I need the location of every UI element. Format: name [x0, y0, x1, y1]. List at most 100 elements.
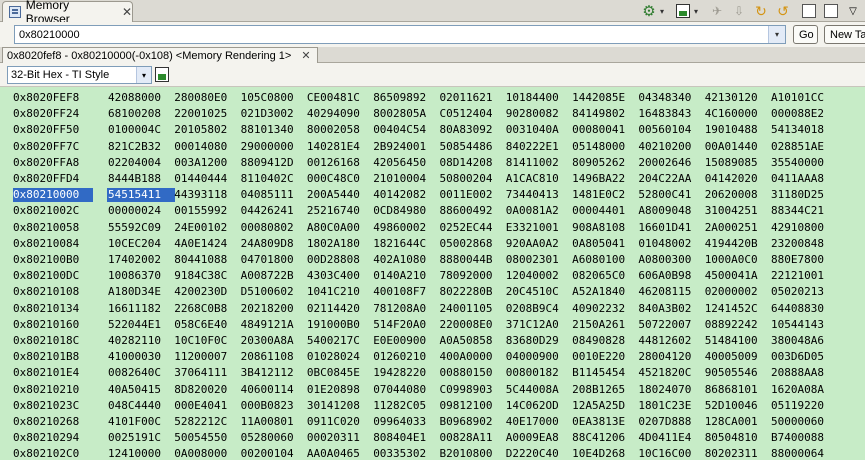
chevron-down-icon[interactable]: ▾	[658, 2, 666, 20]
memory-cell[interactable]: 30141208	[306, 399, 374, 413]
memory-cell[interactable]: 1481E0C2	[571, 188, 639, 202]
memory-cell[interactable]: 000B0823	[240, 399, 308, 413]
memory-cell[interactable]: 20620008	[704, 188, 772, 202]
memory-cell[interactable]: 80441088	[173, 253, 241, 267]
memory-cell[interactable]: 0207D888	[637, 415, 705, 429]
memory-cell[interactable]: 07044080	[372, 383, 440, 397]
memory-cell[interactable]: 371C12A0	[505, 318, 573, 332]
row-address[interactable]: 0x80210108	[13, 285, 93, 299]
memory-cell[interactable]: 0011E002	[439, 188, 507, 202]
memory-cell[interactable]: 781208A0	[372, 302, 440, 316]
memory-cell[interactable]: 028851AE	[770, 140, 838, 154]
memory-cell[interactable]: 00880150	[439, 366, 507, 380]
memory-cell[interactable]: 808404E1	[372, 431, 440, 445]
new-tab-button[interactable]: New Tab	[824, 25, 865, 44]
refresh-icon[interactable]: ↻	[752, 2, 770, 20]
memory-cell[interactable]: 000E4041	[173, 399, 241, 413]
memory-cell[interactable]: 88344C21	[770, 204, 838, 218]
memory-cell[interactable]: 05002868	[439, 237, 507, 251]
memory-cell[interactable]: 514F20A0	[372, 318, 440, 332]
memory-cell[interactable]: 80202311	[704, 447, 772, 460]
memory-cell[interactable]: 16601D41	[637, 221, 705, 235]
memory-cell[interactable]: 000C48C0	[306, 172, 374, 186]
memory-cell[interactable]: 15089085	[704, 156, 772, 170]
memory-cell[interactable]: 0010E220	[571, 350, 639, 364]
memory-cell[interactable]: 4521820C	[637, 366, 705, 380]
memory-cell[interactable]: 04348340	[637, 91, 705, 105]
format-select[interactable]: 32-Bit Hex - TI Style ▾	[7, 66, 152, 84]
memory-cell[interactable]: 02114420	[306, 302, 374, 316]
row-address[interactable]: 0x8020FEF8	[13, 91, 93, 105]
memory-cell[interactable]: 16611182	[107, 302, 175, 316]
memory-cell[interactable]: 24E00102	[173, 221, 241, 235]
memory-cell[interactable]: 05020213	[770, 285, 838, 299]
row-address[interactable]: 0x80210134	[13, 302, 93, 316]
memory-cell[interactable]: 1241452C	[704, 302, 772, 316]
go-button[interactable]: Go	[793, 25, 818, 44]
memory-cell[interactable]: 21010004	[372, 172, 440, 186]
memory-cell[interactable]: 22121001	[770, 269, 838, 283]
memory-cell[interactable]: 40005009	[704, 350, 772, 364]
row-address[interactable]: 0x80210084	[13, 237, 93, 251]
memory-cell[interactable]: 10CEC204	[107, 237, 175, 251]
memory-cell[interactable]: A180D34E	[107, 285, 175, 299]
memory-cell[interactable]: 2268C0B8	[173, 302, 241, 316]
memory-cell[interactable]: 29000000	[240, 140, 308, 154]
memory-cell[interactable]: 2150A261	[571, 318, 639, 332]
memory-cell[interactable]: 8880044B	[439, 253, 507, 267]
memory-cell[interactable]: 400A0000	[439, 350, 507, 364]
memory-cell[interactable]: 400108F7	[372, 285, 440, 299]
memory-cell[interactable]: A1CAC810	[505, 172, 573, 186]
memory-cell[interactable]: 40210200	[637, 140, 705, 154]
chevron-down-icon[interactable]: ▾	[692, 2, 700, 20]
memory-cell[interactable]: 00004401	[571, 204, 639, 218]
memory-cell[interactable]: 55592C09	[107, 221, 175, 235]
memory-cell[interactable]: 821C2B32	[107, 140, 175, 154]
memory-cell[interactable]: 41000030	[107, 350, 175, 364]
memory-cell[interactable]: 10C16C00	[637, 447, 705, 460]
memory-cell[interactable]: A0009EA8	[505, 431, 573, 445]
memory-cell[interactable]: 08892242	[704, 318, 772, 332]
memory-cell[interactable]: 17402002	[107, 253, 175, 267]
memory-cell[interactable]: 04000900	[505, 350, 573, 364]
memory-cell[interactable]: 80002058	[306, 123, 374, 137]
memory-cell[interactable]: 5282212C	[173, 415, 241, 429]
row-address[interactable]: 0x80210160	[13, 318, 93, 332]
memory-cell[interactable]: 40600114	[240, 383, 308, 397]
memory-cell[interactable]: 01260210	[372, 350, 440, 364]
memory-cell[interactable]: 09812100	[439, 399, 507, 413]
row-address[interactable]: 0x8021023C	[13, 399, 93, 413]
row-address[interactable]: 0x80210210	[13, 383, 93, 397]
memory-cell[interactable]: 00560104	[637, 123, 705, 137]
memory-cell[interactable]: 0082640C	[107, 366, 175, 380]
memory-cell[interactable]: 048C4440	[107, 399, 175, 413]
memory-cell[interactable]: 840222E1	[505, 140, 573, 154]
memory-cell[interactable]: 40A50415	[107, 383, 175, 397]
memory-cell[interactable]: B7400088	[770, 431, 838, 445]
memory-cell[interactable]: D5100602	[240, 285, 308, 299]
memory-cell[interactable]: 00D28808	[306, 253, 374, 267]
memory-cell[interactable]: 105C0800	[240, 91, 308, 105]
memory-cell[interactable]: 50854486	[439, 140, 507, 154]
memory-cell[interactable]: 3B412112	[240, 366, 308, 380]
memory-cell[interactable]: 73440413	[505, 188, 573, 202]
memory-cell[interactable]: 42910800	[770, 221, 838, 235]
memory-cell[interactable]: 4C160000	[704, 107, 772, 121]
memory-cell[interactable]: 10544143	[770, 318, 838, 332]
row-address[interactable]: 0x802101B8	[13, 350, 93, 364]
view-menu-button[interactable]	[822, 2, 840, 20]
memory-cell[interactable]: 05280060	[240, 431, 308, 445]
memory-cell[interactable]: D2220C40	[505, 447, 573, 460]
memory-cell[interactable]: 8110402C	[240, 172, 308, 186]
address-input[interactable]	[15, 28, 755, 41]
memory-cell[interactable]: 4849121A	[240, 318, 308, 332]
memory-cell[interactable]: 021D3002	[240, 107, 308, 121]
memory-cell[interactable]: 280080E0	[173, 91, 241, 105]
memory-cell[interactable]: 14C062OD	[505, 399, 573, 413]
memory-cell[interactable]: CE00481C	[306, 91, 374, 105]
memory-cell[interactable]: 2A000251	[704, 221, 772, 235]
memory-cell[interactable]: 68100208	[107, 107, 175, 121]
row-address[interactable]: 0x8020FFA8	[13, 156, 93, 170]
memory-cell[interactable]: 20861108	[240, 350, 308, 364]
memory-cell[interactable]: A80C0A00	[306, 221, 374, 235]
